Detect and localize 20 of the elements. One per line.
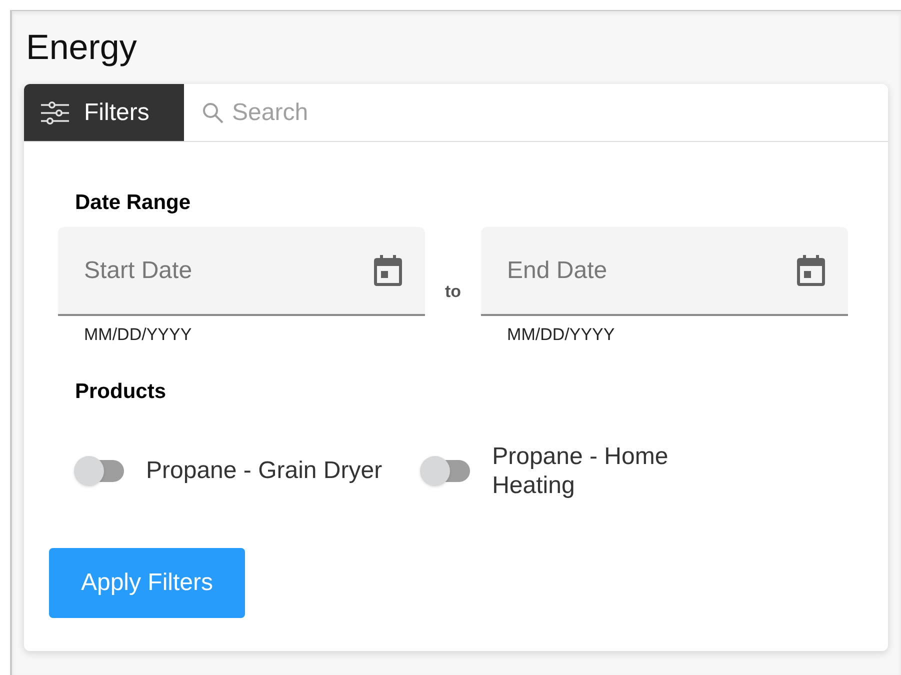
- toggle-switch[interactable]: [420, 456, 472, 486]
- page-title: Energy: [25, 27, 138, 69]
- toggle-switch[interactable]: [74, 456, 126, 486]
- toggle-label: Propane - Grain Dryer: [146, 456, 382, 485]
- section-label: Products: [74, 380, 168, 402]
- sliders-icon: [40, 100, 70, 124]
- date-picker[interactable]: Start Date: [58, 227, 425, 316]
- date-field[interactable]: Start Date: [84, 252, 373, 288]
- calendar-icon[interactable]: [796, 254, 826, 286]
- calendar-icon[interactable]: [373, 254, 403, 286]
- toggle-label: Propane - Home Heating: [492, 442, 670, 500]
- helper-text: MM/DD/YYYY: [506, 324, 616, 346]
- date-field[interactable]: End Date: [507, 252, 796, 288]
- search-field[interactable]: Search: [232, 94, 888, 130]
- section-label: Date Range: [74, 192, 192, 213]
- helper-text: MM/DD/YYYY: [83, 324, 193, 346]
- range-separator: to: [445, 281, 462, 303]
- filters-tab[interactable]: Filters: [24, 84, 184, 141]
- date-picker[interactable]: End Date: [481, 227, 848, 316]
- search-icon: [202, 102, 224, 124]
